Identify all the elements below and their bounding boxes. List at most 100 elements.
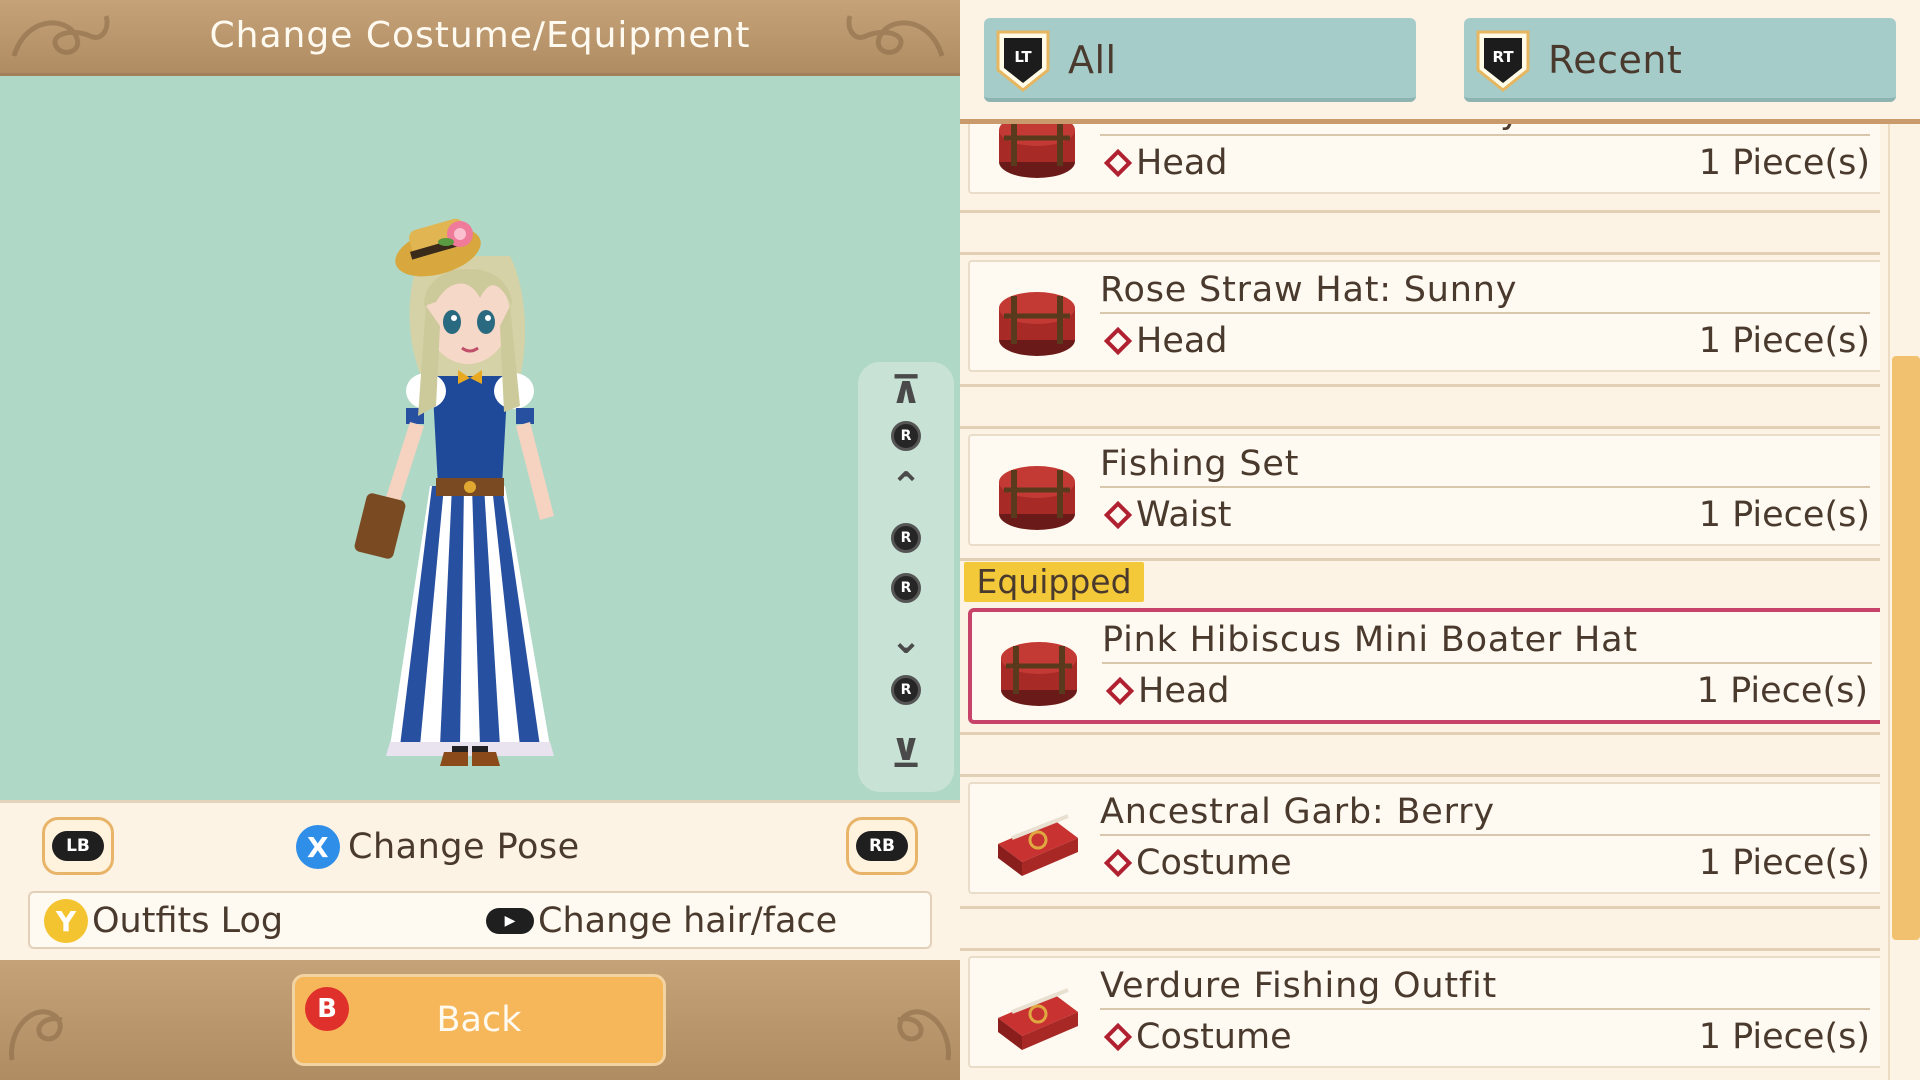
title-bar: Change Costume/Equipment — [0, 0, 960, 76]
y-button-icon: Y — [44, 899, 88, 943]
lt-label: LT — [1014, 48, 1032, 66]
list-divider — [960, 948, 1880, 951]
camera-rotate-bar: ⊼ R ⌃ R R ⌄ R ⊻ — [858, 362, 954, 792]
back-button[interactable]: B Back — [292, 974, 666, 1066]
preview-panel: Change Costume/Equipment ⊼ R ⌃ R R ⌄ R ⊻… — [0, 0, 960, 1080]
rotate-right-indicator: R — [858, 566, 954, 610]
zoom-out-max-button[interactable]: ⊻ — [858, 732, 954, 776]
change-pose-label: Change Pose — [348, 827, 580, 867]
item-quantity: 1 Piece(s) — [1698, 1017, 1870, 1057]
hat-box-icon — [999, 466, 1075, 530]
item-name: Rose Straw Hat: Sunny — [1100, 266, 1870, 314]
item-name: Pink Hibiscus Mini Boater Hat — [1102, 616, 1872, 664]
item-quantity: 1 Piece(s) — [1698, 843, 1870, 883]
costume-case-icon — [998, 988, 1078, 1050]
list-item[interactable]: Fishing Set Waist 1 Piece(s) — [968, 434, 1880, 546]
outfits-log-label: Outfits Log — [92, 901, 284, 941]
list-divider — [960, 252, 1880, 255]
diamond-icon — [1105, 676, 1135, 706]
page-title: Change Costume/Equipment — [209, 15, 751, 56]
list-divider — [960, 774, 1880, 777]
hat-box-icon — [999, 124, 1075, 178]
x-button-icon: X — [296, 825, 340, 869]
item-slot: Head — [1100, 318, 1228, 364]
item-quantity: 1 Piece(s) — [1696, 671, 1868, 711]
scroll-ornament-icon — [9, 1009, 63, 1061]
list-divider — [960, 384, 1880, 387]
item-slot: Head — [1102, 668, 1230, 714]
rt-label: RT — [1492, 48, 1514, 66]
rb-icon: RB — [856, 831, 908, 861]
item-list[interactable]: Rose Straw Hat: Lovely Head 1 Piece(s) R… — [960, 124, 1880, 1080]
item-slot: Costume — [1100, 840, 1292, 886]
list-divider — [960, 558, 1880, 561]
list-item[interactable]: Verdure Fishing Outfit Costume 1 Piece(s… — [968, 956, 1880, 1068]
change-pose-button[interactable]: X Change Pose — [296, 823, 580, 871]
b-button-icon: B — [305, 987, 349, 1031]
inventory-panel: LT All RT Recent Rose Straw Hat: Lovely — [960, 0, 1920, 1080]
rt-trigger-icon: RT — [1476, 30, 1530, 92]
lb-icon: LB — [52, 831, 104, 861]
tab-all-label: All — [1068, 38, 1117, 82]
diamond-icon — [1103, 326, 1133, 356]
item-quantity: 1 Piece(s) — [1698, 495, 1870, 535]
diamond-icon — [1103, 500, 1133, 530]
diamond-icon — [1103, 148, 1133, 178]
item-slot: Head — [1100, 140, 1228, 186]
list-item[interactable]: Rose Straw Hat: Lovely Head 1 Piece(s) — [968, 124, 1880, 194]
change-hair-face-button[interactable]: ▶ Change hair/face — [486, 897, 837, 945]
right-stick-right-icon: R — [891, 573, 921, 603]
diamond-icon — [1103, 1022, 1133, 1052]
scrollbar-thumb[interactable] — [1892, 356, 1920, 940]
back-label: Back — [436, 1000, 522, 1040]
rotate-down-indicator: R — [858, 668, 954, 712]
item-name: Verdure Fishing Outfit — [1100, 962, 1870, 1010]
list-divider — [960, 426, 1880, 429]
list-divider — [960, 210, 1880, 213]
double-chevron-up-icon: ⌃ — [890, 464, 922, 508]
zoom-out-button[interactable]: ⌄ — [858, 618, 954, 662]
item-name: Ancestral Garb: Berry — [1100, 788, 1870, 836]
tab-recent-label: Recent — [1548, 38, 1683, 82]
hat-box-icon — [1001, 642, 1077, 706]
list-divider — [960, 906, 1880, 909]
rb-button[interactable]: RB — [846, 817, 918, 875]
diamond-icon — [1103, 848, 1133, 878]
tab-all[interactable]: LT All — [984, 18, 1416, 102]
list-item-equipped[interactable]: Pink Hibiscus Mini Boater Hat Head 1 Pie… — [968, 608, 1880, 724]
footer-bar: B Back — [0, 960, 960, 1080]
filter-tabs: LT All RT Recent — [960, 0, 1920, 124]
item-slot: Costume — [1100, 1014, 1292, 1060]
rotate-up-indicator: R — [858, 414, 954, 458]
outfits-log-button[interactable]: Y Outfits Log — [44, 897, 283, 945]
rotate-left-indicator: R — [858, 516, 954, 560]
change-hair-face-label: Change hair/face — [538, 901, 838, 941]
right-stick-left-icon: R — [891, 523, 921, 553]
hat-box-icon — [999, 292, 1075, 356]
character-model — [354, 218, 554, 766]
item-slot: Waist — [1100, 492, 1232, 538]
right-stick-press-icon: ▶ — [486, 908, 534, 934]
lb-button[interactable]: LB — [42, 817, 114, 875]
secondary-controls: Y Outfits Log ▶ Change hair/face — [28, 891, 932, 949]
arrow-bottom-icon: ⊻ — [890, 732, 922, 776]
zoom-in-button[interactable]: ⌃ — [858, 464, 954, 508]
double-chevron-down-icon: ⌄ — [890, 618, 922, 662]
right-stick-icon: R — [891, 421, 921, 451]
arrow-top-icon: ⊼ — [890, 368, 922, 412]
character-viewport[interactable]: ⊼ R ⌃ R R ⌄ R ⊻ — [0, 76, 960, 800]
item-name: Rose Straw Hat: Lovely — [1100, 124, 1870, 136]
item-quantity: 1 Piece(s) — [1698, 143, 1870, 183]
lt-trigger-icon: LT — [996, 30, 1050, 92]
list-item[interactable]: Rose Straw Hat: Sunny Head 1 Piece(s) — [968, 260, 1880, 372]
costume-case-icon — [998, 814, 1078, 876]
zoom-in-max-button[interactable]: ⊼ — [858, 368, 954, 412]
item-name: Fishing Set — [1100, 440, 1870, 488]
item-quantity: 1 Piece(s) — [1698, 321, 1870, 361]
control-panel: LB X Change Pose RB Y Outfits Log ▶ Chan… — [0, 800, 960, 960]
list-item[interactable]: Ancestral Garb: Berry Costume 1 Piece(s) — [968, 782, 1880, 894]
tab-recent[interactable]: RT Recent — [1464, 18, 1896, 102]
list-divider — [960, 732, 1880, 735]
right-stick-down-icon: R — [891, 675, 921, 705]
scroll-ornament-icon — [897, 1009, 951, 1061]
